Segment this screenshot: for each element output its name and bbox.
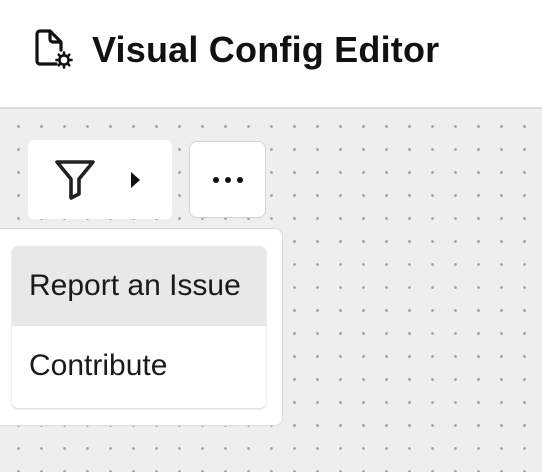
filter-icon — [55, 160, 95, 200]
more-options-button[interactable] — [189, 141, 266, 218]
filter-button[interactable] — [28, 140, 172, 219]
more-horizontal-icon — [213, 177, 243, 183]
dropdown-menu: Report an Issue Contribute — [0, 228, 283, 426]
file-gear-icon — [35, 29, 73, 69]
page-title: Visual Config Editor — [92, 29, 440, 70]
app-header: Visual Config Editor — [0, 0, 542, 109]
caret-right-icon — [131, 172, 140, 188]
menu-item-contribute[interactable]: Contribute — [12, 326, 266, 406]
menu-list: Report an Issue Contribute — [12, 246, 266, 408]
menu-item-report-issue[interactable]: Report an Issue — [12, 246, 266, 326]
